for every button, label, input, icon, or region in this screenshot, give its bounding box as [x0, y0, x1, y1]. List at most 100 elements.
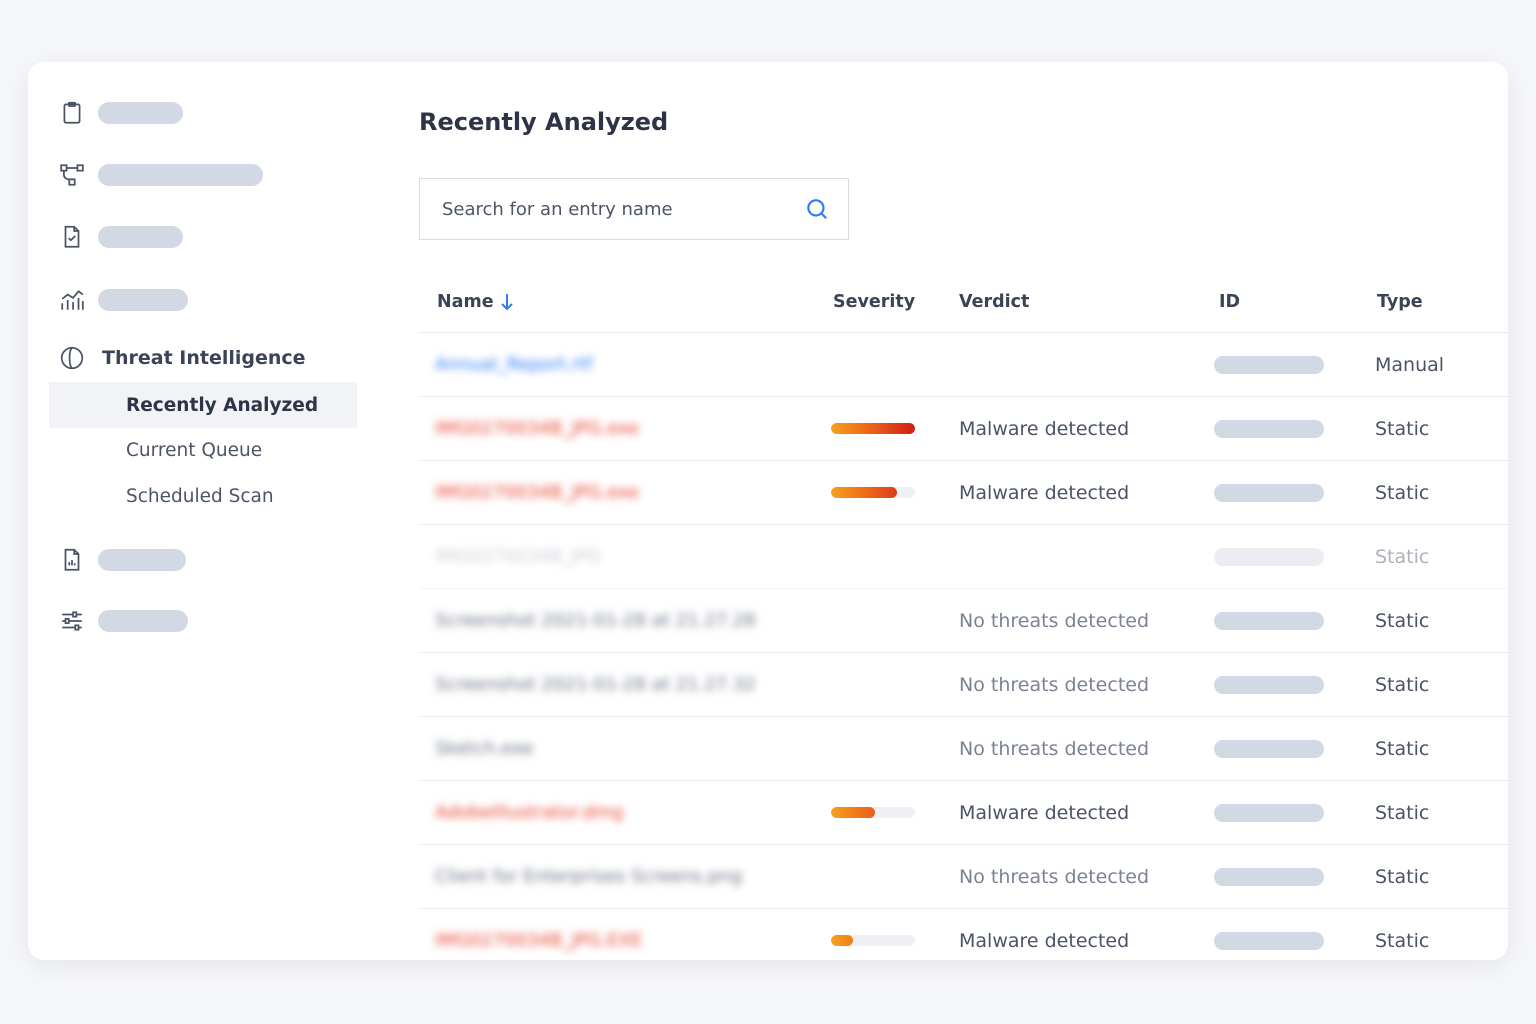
cell-name: AdobeIllustrator.dmg	[435, 781, 623, 844]
sidebar-item-7[interactable]	[58, 601, 188, 641]
table-row[interactable]: IMG0270034B_JPG Static	[419, 525, 1508, 589]
type-text: Static	[1375, 801, 1430, 824]
column-header-type[interactable]: Type	[1377, 292, 1423, 312]
cell-id	[1214, 397, 1324, 460]
file-name[interactable]: IMG0270034B_JPG	[435, 546, 601, 567]
cell-type: Static	[1375, 845, 1429, 908]
sidebar-item-4[interactable]	[58, 280, 188, 320]
file-name[interactable]: Screenshot 2021-01-28 at 21.27.28	[435, 610, 756, 631]
sidebar-item-6[interactable]	[58, 540, 186, 580]
file-name[interactable]: AdobeIllustrator.dmg	[435, 802, 623, 823]
type-text: Static	[1375, 545, 1430, 568]
table-row[interactable]: Screenshot 2021-01-28 at 21.27.28 No thre…	[419, 589, 1508, 653]
verdict-text: No threats detected	[959, 609, 1150, 632]
table-body: Annual_Report.rtf Manual IMG0270034B_JPG.e…	[419, 333, 1508, 960]
search-icon[interactable]	[804, 196, 830, 222]
table-row[interactable]: Sketch.exe No threats detected Static	[419, 717, 1508, 781]
cell-id	[1214, 717, 1324, 780]
file-name[interactable]: Screenshot 2021-01-28 at 21.27.32	[435, 674, 756, 695]
file-report-icon	[58, 546, 86, 574]
file-name[interactable]: IMG0270034B_JPG.EXE	[435, 930, 642, 951]
cell-id	[1214, 333, 1324, 396]
cell-severity	[831, 909, 915, 960]
cell-type: Static	[1375, 589, 1429, 652]
column-header-severity[interactable]: Severity	[833, 292, 915, 312]
sidebar-item-2[interactable]	[58, 155, 263, 195]
table-row[interactable]: Client for Enterprises Screens.png No thr…	[419, 845, 1508, 909]
sidebar-item-1[interactable]	[58, 93, 183, 133]
sidebar-subitem-recently-analyzed[interactable]: Recently Analyzed	[49, 382, 357, 428]
type-text: Static	[1375, 417, 1430, 440]
id-placeholder	[1214, 803, 1324, 822]
table-row[interactable]: IMG0270034B_JPG.exe Malware detected Stati…	[419, 461, 1508, 525]
type-text: Static	[1375, 673, 1430, 696]
file-name[interactable]: IMG0270034B_JPG.exe	[435, 418, 639, 439]
severity-bar-fill	[831, 807, 875, 818]
cell-type: Static	[1375, 397, 1429, 460]
file-name[interactable]: Sketch.exe	[435, 738, 533, 759]
table-row[interactable]: IMG0270034B_JPG.EXE Malware detected Stati…	[419, 909, 1508, 960]
cell-verdict: Malware detected	[959, 781, 1129, 844]
cell-severity	[831, 397, 915, 460]
sidebar-item-3[interactable]	[58, 217, 183, 257]
sort-descending-icon[interactable]	[500, 293, 514, 311]
column-header-name[interactable]: Name	[437, 292, 514, 312]
file-name[interactable]: Annual_Report.rtf	[435, 354, 593, 375]
verdict-text: Malware detected	[959, 801, 1130, 824]
severity-bar	[831, 807, 915, 818]
cell-type: Static	[1375, 461, 1429, 524]
cell-name: Sketch.exe	[435, 717, 533, 780]
table-row[interactable]: Screenshot 2021-01-28 at 21.27.32 No thre…	[419, 653, 1508, 717]
type-text: Static	[1375, 609, 1430, 632]
cell-type: Static	[1375, 717, 1429, 780]
sidebar-item-threat-intelligence[interactable]: Threat Intelligence	[58, 338, 306, 378]
cell-type: Static	[1375, 909, 1429, 960]
sidebar-item-label-placeholder	[98, 164, 263, 186]
cell-type: Static	[1375, 525, 1429, 588]
sidebar-subitem-scheduled-scan[interactable]: Scheduled Scan	[49, 473, 357, 519]
column-header-verdict[interactable]: Verdict	[959, 292, 1029, 312]
sidebar: Threat Intelligence Recently Analyzed Cu…	[28, 62, 368, 960]
id-placeholder	[1214, 931, 1324, 950]
id-placeholder	[1214, 867, 1324, 886]
table-row[interactable]: Annual_Report.rtf Manual	[419, 333, 1508, 397]
search-box[interactable]	[419, 178, 849, 240]
sidebar-item-label-placeholder	[98, 226, 183, 248]
table-row[interactable]: AdobeIllustrator.dmg Malware detected Stat…	[419, 781, 1508, 845]
cell-verdict: No threats detected	[959, 653, 1149, 716]
column-header-id[interactable]: ID	[1219, 292, 1240, 312]
type-text: Static	[1375, 737, 1430, 760]
cell-type: Static	[1375, 653, 1429, 716]
table-row[interactable]: IMG0270034B_JPG.exe Malware detected Stati…	[419, 397, 1508, 461]
sidebar-item-label-placeholder	[98, 610, 188, 632]
id-placeholder	[1214, 547, 1324, 566]
cell-severity	[831, 461, 915, 524]
cell-verdict: No threats detected	[959, 589, 1149, 652]
type-text: Manual	[1375, 353, 1445, 376]
cell-name: IMG0270034B_JPG.exe	[435, 397, 639, 460]
file-name[interactable]: IMG0270034B_JPG.exe	[435, 482, 639, 503]
cell-name: IMG0270034B_JPG.EXE	[435, 909, 642, 960]
cell-id	[1214, 525, 1324, 588]
cell-type: Static	[1375, 781, 1429, 844]
type-text: Static	[1375, 865, 1430, 888]
search-input[interactable]	[420, 197, 804, 221]
cell-id	[1214, 845, 1324, 908]
cell-name: Client for Enterprises Screens.png	[435, 845, 742, 908]
cell-name: Annual_Report.rtf	[435, 333, 593, 396]
severity-bar	[831, 423, 915, 434]
id-placeholder	[1214, 675, 1324, 694]
table-header: Name Severity Verdict ID Type	[419, 272, 1508, 333]
file-check-icon	[58, 223, 86, 251]
sidebar-subitem-current-queue[interactable]: Current Queue	[49, 427, 357, 473]
id-placeholder	[1214, 419, 1324, 438]
id-placeholder	[1214, 483, 1324, 502]
cell-name: IMG0270034B_JPG	[435, 525, 601, 588]
verdict-text: Malware detected	[959, 481, 1130, 504]
clipboard-icon	[58, 99, 86, 127]
file-name[interactable]: Client for Enterprises Screens.png	[435, 866, 742, 887]
cell-severity	[831, 781, 915, 844]
severity-bar	[831, 487, 915, 498]
cell-verdict: Malware detected	[959, 397, 1129, 460]
cell-id	[1214, 909, 1324, 960]
